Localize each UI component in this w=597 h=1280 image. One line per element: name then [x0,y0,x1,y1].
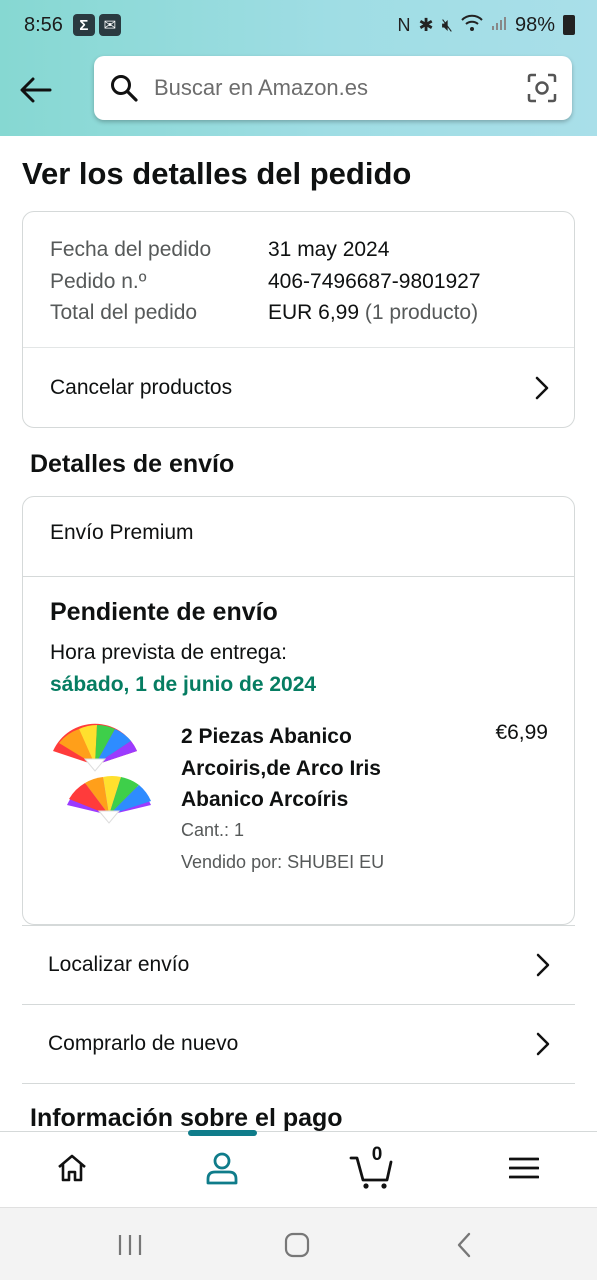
account-icon [205,1151,239,1190]
nfc-icon: N [397,14,411,35]
camera-scan-icon[interactable] [526,72,558,104]
menu-tab[interactable] [474,1132,574,1208]
home-icon [56,1153,88,1188]
order-number-row: Pedido n.º 406-7496687-9801927 [50,266,574,298]
divider [23,576,574,577]
mute-icon: 🔇︎ [441,14,453,35]
chevron-right-icon [533,1031,553,1057]
buy-again-link[interactable]: Comprarlo de nuevo [22,1004,575,1083]
payment-section-title: Información sobre el pago [30,1104,343,1132]
product-title[interactable]: 2 Piezas Abanico Arcoiris,de Arco Iris A… [181,721,421,816]
divider [22,1083,575,1084]
system-navigation-bar [0,1207,597,1280]
order-total-value: EUR 6,99 (1 producto) [268,297,478,329]
shipment-status: Pendiente de envío [50,598,278,626]
mail-notification-icon: ✉ [98,14,121,36]
cart-tab[interactable]: 0 [322,1132,422,1208]
page-title: Ver los detalles del pedido [22,156,412,191]
notification-sigma-icon: Σ [72,14,95,36]
wifi-icon [461,14,483,37]
cart-count: 0 [371,1144,383,1165]
shipping-type: Envío Premium [50,521,194,544]
order-date-label: Fecha del pedido [50,238,212,261]
search-input[interactable] [154,75,526,101]
product-price: €6,99 [495,721,548,744]
product-image[interactable] [49,721,159,825]
cancel-products-label: Cancelar productos [50,376,233,399]
app-header: 8:56 Σ ✉ N ✱ 🔇︎ 98% [0,0,597,136]
back-button[interactable] [424,1208,504,1280]
home-button[interactable] [257,1208,337,1280]
shipping-section-title: Detalles de envío [30,450,235,478]
search-icon [108,72,140,104]
search-bar[interactable] [94,56,572,120]
order-date-value: 31 may 2024 [268,238,390,261]
order-total-items: (1 producto) [359,301,479,324]
order-date-row: Fecha del pedido 31 may 2024 [50,234,574,266]
buy-again-label: Comprarlo de nuevo [48,1032,239,1055]
home-tab[interactable] [22,1132,122,1208]
order-total-label: Total del pedido [50,301,198,324]
chevron-right-icon [533,952,553,978]
bluetooth-icon: ✱ [418,14,434,35]
status-time: 8:56 [24,13,63,36]
product-quantity: Cant.: 1 [181,820,245,840]
battery-icon [563,15,575,35]
cart-icon: 0 [349,1144,395,1190]
battery-percent: 98% [514,13,555,36]
status-bar: 8:56 Σ ✉ N ✱ 🔇︎ 98% [0,0,597,50]
delivery-estimate-date: sábado, 1 de junio de 2024 [50,673,317,696]
delivery-estimate-label: Hora prevista de entrega: [50,641,287,664]
product-seller: Vendido por: SHUBEI EU [181,852,385,872]
order-total-row: Total del pedido EUR 6,99 (1 producto) [50,297,574,329]
cancel-products-link[interactable]: Cancelar productos [23,348,574,428]
chevron-right-icon [532,375,552,401]
track-shipment-link[interactable]: Localizar envío [22,925,575,1004]
signal-icon [491,15,507,36]
order-total-amount: EUR 6,99 [268,301,360,324]
menu-icon [508,1156,540,1185]
account-tab[interactable] [172,1132,272,1208]
order-number-label: Pedido n.º [50,269,147,293]
order-summary-card: Fecha del pedido 31 may 2024 Pedido n.º … [22,211,575,428]
recent-apps-button[interactable] [90,1208,170,1280]
order-number-value: 406-7496687-9801927 [268,269,481,293]
bottom-navigation: 0 [0,1130,597,1208]
track-shipment-label: Localizar envío [48,953,190,976]
back-arrow-icon[interactable] [16,70,56,110]
shipment-card: Envío Premium Pendiente de envío Hora pr… [22,496,575,925]
